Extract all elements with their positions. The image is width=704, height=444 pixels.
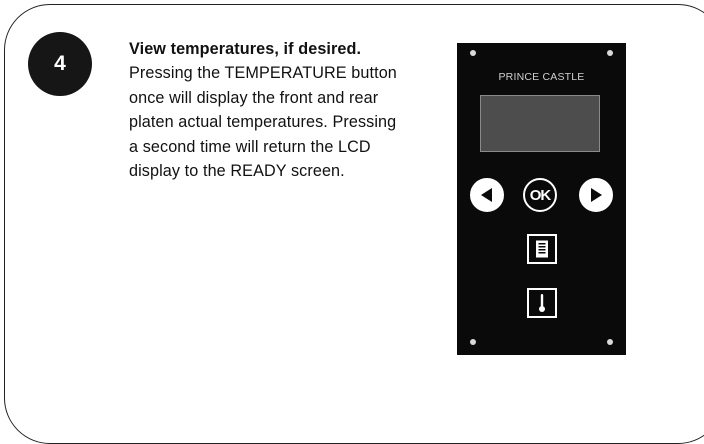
left-arrow-button[interactable] (470, 178, 504, 212)
screw-bottom-left (470, 339, 476, 345)
instruction-body: Pressing the TEMPERATURE button once wil… (129, 64, 397, 181)
ok-label: OK (529, 186, 551, 204)
screw-bottom-right (607, 339, 613, 345)
control-panel: PRINCE CASTLE OK (457, 43, 626, 355)
menu-list-icon (536, 240, 548, 258)
left-arrow-icon (481, 188, 492, 202)
instruction-text: View temperatures, if desired. Pressing … (129, 37, 399, 183)
ok-button[interactable]: OK (523, 178, 557, 212)
right-arrow-icon (591, 188, 602, 202)
screw-top-left (470, 50, 476, 56)
temperature-button[interactable] (527, 288, 557, 318)
brand-label: PRINCE CASTLE (498, 71, 585, 83)
lcd-display (480, 95, 600, 152)
right-arrow-button[interactable] (579, 178, 613, 212)
step-number-badge: 4 (28, 32, 92, 96)
screw-top-right (607, 50, 613, 56)
step-number: 4 (54, 52, 66, 75)
menu-button[interactable] (527, 234, 557, 264)
thermometer-icon (539, 294, 545, 312)
instruction-heading: View temperatures, if desired. (129, 40, 362, 58)
